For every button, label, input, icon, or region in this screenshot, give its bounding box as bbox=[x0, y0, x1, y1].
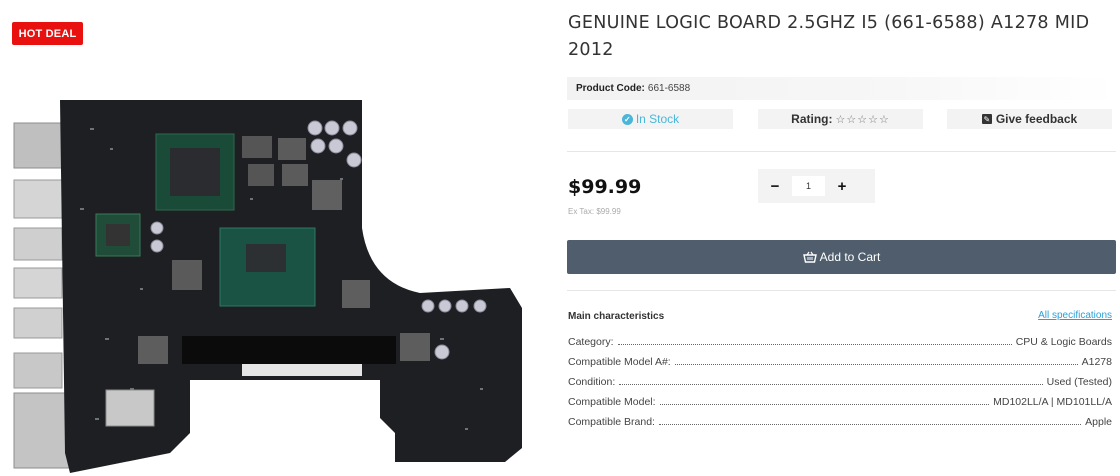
spec-leader bbox=[674, 364, 1078, 365]
product-code-label: Product Code: bbox=[576, 83, 645, 94]
product-title: GENUINE LOGIC BOARD 2.5GHZ I5 (661-6588)… bbox=[568, 13, 1090, 60]
product-price: $99.99 bbox=[568, 176, 642, 198]
spec-key: Condition: bbox=[568, 376, 616, 388]
quantity-stepper: − + bbox=[758, 169, 875, 203]
spec-key: Compatible Brand: bbox=[568, 416, 655, 428]
spec-row: Category: CPU & Logic Boards bbox=[568, 334, 1112, 348]
ex-tax-price: Ex Tax: $99.99 bbox=[568, 207, 621, 216]
all-specifications-link[interactable]: All specifications bbox=[1038, 310, 1112, 321]
spec-value: Used (Tested) bbox=[1046, 376, 1112, 388]
basket-icon bbox=[802, 251, 817, 263]
divider bbox=[567, 151, 1116, 152]
divider bbox=[567, 290, 1116, 291]
stock-status: ✓ In Stock bbox=[568, 109, 733, 129]
product-info-panel: GENUINE LOGIC BOARD 2.5GHZ I5 (661-6588)… bbox=[567, 0, 1116, 476]
ex-tax-value: $99.99 bbox=[596, 207, 621, 216]
add-to-cart-label: Add to Cart bbox=[819, 250, 881, 264]
spec-key: Compatible Model A#: bbox=[568, 356, 671, 368]
spec-value: CPU & Logic Boards bbox=[1015, 336, 1112, 348]
spec-value: MD102LL/A | MD101LL/A bbox=[993, 396, 1112, 408]
spec-row: Compatible Model A#: A1278 bbox=[568, 354, 1112, 368]
ex-tax-label: Ex Tax: bbox=[568, 207, 595, 216]
quantity-input[interactable] bbox=[792, 176, 825, 196]
rating-box[interactable]: Rating: ☆☆☆☆☆ bbox=[758, 109, 923, 129]
rating-label: Rating: bbox=[791, 112, 833, 126]
spec-leader bbox=[619, 384, 1043, 385]
spec-leader bbox=[658, 424, 1082, 425]
product-image[interactable] bbox=[10, 88, 546, 476]
spec-key: Category: bbox=[568, 336, 614, 348]
stock-label: In Stock bbox=[635, 112, 680, 126]
product-code-bar: Product Code: 661-6588 bbox=[567, 77, 1116, 100]
spec-value: Apple bbox=[1085, 416, 1112, 428]
spec-row: Compatible Model: MD102LL/A | MD101LL/A bbox=[568, 394, 1112, 408]
rating-stars[interactable]: ☆☆☆☆☆ bbox=[836, 113, 890, 126]
spec-key: Compatible Model: bbox=[568, 396, 656, 408]
give-feedback-button[interactable]: ✎ Give feedback bbox=[947, 109, 1112, 129]
quantity-increase-button[interactable]: + bbox=[825, 169, 859, 203]
give-feedback-label: Give feedback bbox=[995, 112, 1078, 126]
pencil-icon: ✎ bbox=[981, 114, 992, 124]
spec-row: Condition: Used (Tested) bbox=[568, 374, 1112, 388]
add-to-cart-button[interactable]: Add to Cart bbox=[567, 240, 1116, 274]
product-code-value: 661-6588 bbox=[647, 83, 691, 94]
quantity-decrease-button[interactable]: − bbox=[758, 169, 792, 203]
spec-value: A1278 bbox=[1081, 356, 1112, 368]
hot-deal-badge: HOT DEAL bbox=[12, 22, 83, 45]
spec-row: Compatible Brand: Apple bbox=[568, 414, 1112, 428]
spec-leader bbox=[617, 344, 1012, 345]
check-circle-icon: ✓ bbox=[621, 113, 633, 125]
spec-leader bbox=[659, 404, 990, 405]
characteristics-heading: Main characteristics bbox=[568, 311, 665, 322]
